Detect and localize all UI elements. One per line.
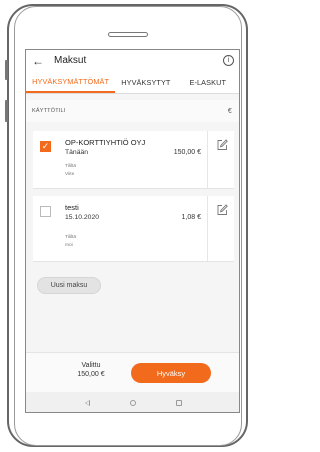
section-label: KÄYTTÖTILI (32, 108, 66, 114)
nav-home-icon[interactable] (130, 400, 136, 406)
checkmark-icon: ✓ (41, 142, 50, 152)
page-title: Maksut (54, 55, 87, 66)
payment-checkbox[interactable] (40, 206, 51, 217)
payment-amount: 150,00 € (173, 149, 201, 156)
arrow-left-icon[interactable]: ← (32, 55, 44, 67)
tab-unapproved[interactable]: HYVÄKSYMÄTTÖMÄT (26, 71, 116, 93)
card-divider (207, 131, 208, 188)
edit-icon[interactable] (216, 204, 228, 216)
section-currency: € (227, 107, 232, 115)
info-icon[interactable]: i (223, 55, 234, 66)
tab-approved[interactable]: HYVÄKSYTYT (115, 71, 176, 93)
payment-account-value: Viite (65, 172, 75, 177)
nav-back-icon[interactable] (85, 400, 90, 406)
payment-card[interactable]: ✓ OP-KORTTIYHTIÖ OYJ Tänään 150,00 € Til… (33, 131, 234, 189)
payment-amount: 1,08 € (181, 214, 201, 221)
payment-account-label: Tililtä (65, 235, 77, 240)
payment-payee: testi (65, 203, 79, 212)
system-nav-bar (26, 392, 239, 412)
payment-date: 15.10.2020 (65, 214, 100, 221)
payment-account-label: Tililtä (65, 164, 77, 169)
edit-icon[interactable] (216, 139, 228, 151)
new-payment-button[interactable]: Uusi maksu (37, 277, 101, 294)
payment-card[interactable]: testi 15.10.2020 1,08 € Tililtä moi (33, 196, 234, 262)
payment-payee: OP-KORTTIYHTIÖ OYJ (65, 138, 146, 147)
app-bar: ← Maksut i (26, 50, 239, 71)
approve-button[interactable]: Hyväksy (131, 363, 211, 383)
payment-account-value: moi (65, 243, 73, 248)
tab-bar: HYVÄKSYMÄTTÖMÄT HYVÄKSYTYT E-LASKUT (26, 71, 239, 94)
selected-label: Valittu (81, 362, 101, 369)
tab-e-invoices[interactable]: E-LASKUT (177, 71, 239, 93)
phone-speaker (108, 32, 148, 37)
account-section-header: KÄYTTÖTILI € (26, 100, 239, 122)
payment-date: Tänään (65, 149, 89, 156)
nav-recents-icon[interactable] (176, 400, 182, 406)
payment-checkbox[interactable]: ✓ (40, 141, 51, 152)
selected-amount: 150,00 € (77, 371, 105, 378)
volume-button (5, 60, 8, 80)
selection-footer: Valittu 150,00 € Hyväksy (26, 352, 239, 393)
card-divider (207, 196, 208, 261)
volume-button-2 (5, 100, 8, 122)
app-screen: ← Maksut i HYVÄKSYMÄTTÖMÄT HYVÄKSYTYT E-… (25, 49, 240, 413)
